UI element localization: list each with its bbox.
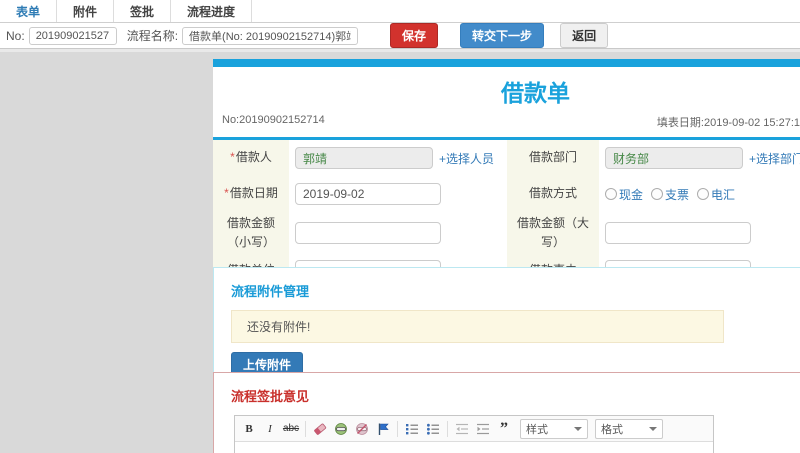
radio-circle-icon[interactable] <box>605 188 617 200</box>
amount-upper-field <box>599 212 800 254</box>
editor-toolbar: B I abc ” 样式 格式 <box>235 416 713 442</box>
no-attachment-alert: 还没有附件! <box>231 310 724 343</box>
numbered-list-icon[interactable] <box>403 420 421 438</box>
required-asterisk: * <box>224 186 229 201</box>
amount-lower-input[interactable] <box>295 222 441 244</box>
tab-bar: 表单 附件 签批 流程进度 <box>0 0 800 23</box>
select-department-link[interactable]: +选择部门 <box>749 150 800 167</box>
radio-wire-transfer[interactable]: 电汇 <box>697 186 735 203</box>
strikethrough-icon[interactable]: abc <box>282 420 300 438</box>
toolbar-separator <box>447 420 448 437</box>
approval-comment-section: 流程签批意见 B I abc ” 样式 格式 <box>213 372 800 453</box>
amount-upper-label: 借款金额（大写） <box>507 212 599 254</box>
link-icon[interactable] <box>332 420 350 438</box>
editor-content-area[interactable] <box>235 442 713 453</box>
loan-form-grid: *借款人 +选择人员 借款部门 +选择部门 *借款日期 借款方式 <box>213 140 800 287</box>
style-dropdown[interactable]: 样式 <box>520 418 588 439</box>
select-person-link[interactable]: +选择人员 <box>439 150 494 167</box>
no-input[interactable] <box>28 26 117 45</box>
form-date-text: 填表日期:2019-09-02 15:27:1 <box>656 117 800 129</box>
department-input[interactable] <box>605 147 743 169</box>
bold-icon[interactable]: B <box>240 420 258 438</box>
indent-icon[interactable] <box>474 420 492 438</box>
back-button[interactable]: 返回 <box>560 23 609 48</box>
radio-check[interactable]: 支票 <box>651 186 689 203</box>
loan-form-panel: 借款单 No:20190902152714 填表日期:2019-09-02 15… <box>213 59 800 290</box>
form-meta-row: No:20190902152714 填表日期:2019-09-02 15:27:… <box>213 114 800 137</box>
blockquote-icon[interactable]: ” <box>495 420 513 438</box>
tab-process-progress[interactable]: 流程进度 <box>171 0 253 22</box>
radio-circle-icon[interactable] <box>651 188 664 200</box>
format-dropdown-label: 格式 <box>601 423 623 436</box>
loan-date-input[interactable] <box>295 183 441 205</box>
amount-upper-input[interactable] <box>605 222 751 244</box>
attachment-section-title: 流程附件管理 <box>231 284 310 299</box>
action-toolbar: No: 流程名称: 保存 转交下一步 返回 <box>0 23 800 49</box>
chevron-down-icon <box>649 426 657 431</box>
unlink-icon[interactable] <box>353 420 371 438</box>
radio-cash[interactable]: 现金 <box>605 186 643 203</box>
format-dropdown[interactable]: 格式 <box>595 418 663 439</box>
workspace: 借款单 No:20190902152714 填表日期:2019-09-02 15… <box>0 49 800 453</box>
form-title: 借款单 <box>501 80 570 106</box>
loan-method-field: 现金 支票 电汇 <box>599 176 800 212</box>
rich-text-editor: B I abc ” 样式 格式 <box>234 415 714 453</box>
required-asterisk: * <box>230 150 235 165</box>
anchor-flag-icon[interactable] <box>374 420 392 438</box>
radio-circle-icon[interactable] <box>697 188 710 200</box>
tab-approval[interactable]: 签批 <box>114 0 172 22</box>
outdent-icon[interactable] <box>453 420 471 438</box>
toolbar-separator <box>397 420 398 437</box>
chevron-down-icon <box>574 426 582 431</box>
loan-date-field <box>289 176 507 212</box>
tab-attachments[interactable]: 附件 <box>57 0 115 22</box>
loan-method-label: 借款方式 <box>507 176 599 212</box>
panel-top-accent-bar <box>213 59 800 67</box>
remove-format-icon[interactable] <box>311 420 329 438</box>
amount-lower-field <box>289 212 507 254</box>
department-label: 借款部门 <box>507 140 599 176</box>
forward-next-step-button[interactable]: 转交下一步 <box>460 23 545 48</box>
borrower-label: *借款人 <box>213 140 289 176</box>
italic-icon[interactable]: I <box>261 420 279 438</box>
department-field: +选择部门 <box>599 140 800 176</box>
process-name-label: 流程名称: <box>126 29 179 43</box>
process-name-input[interactable] <box>182 26 359 45</box>
style-dropdown-label: 样式 <box>526 423 548 436</box>
toolbar-separator <box>305 420 306 437</box>
save-button[interactable]: 保存 <box>390 23 439 48</box>
no-label: No: <box>6 28 25 43</box>
form-no-text: No:20190902152714 <box>222 114 325 126</box>
amount-lower-label: 借款金额（小写） <box>213 212 289 254</box>
bulleted-list-icon[interactable] <box>424 420 442 438</box>
borrower-field: +选择人员 <box>289 140 507 176</box>
tab-form[interactable]: 表单 <box>0 0 58 22</box>
loan-date-label: *借款日期 <box>213 176 289 212</box>
approval-section-title: 流程签批意见 <box>231 389 310 404</box>
borrower-input[interactable] <box>295 147 433 169</box>
